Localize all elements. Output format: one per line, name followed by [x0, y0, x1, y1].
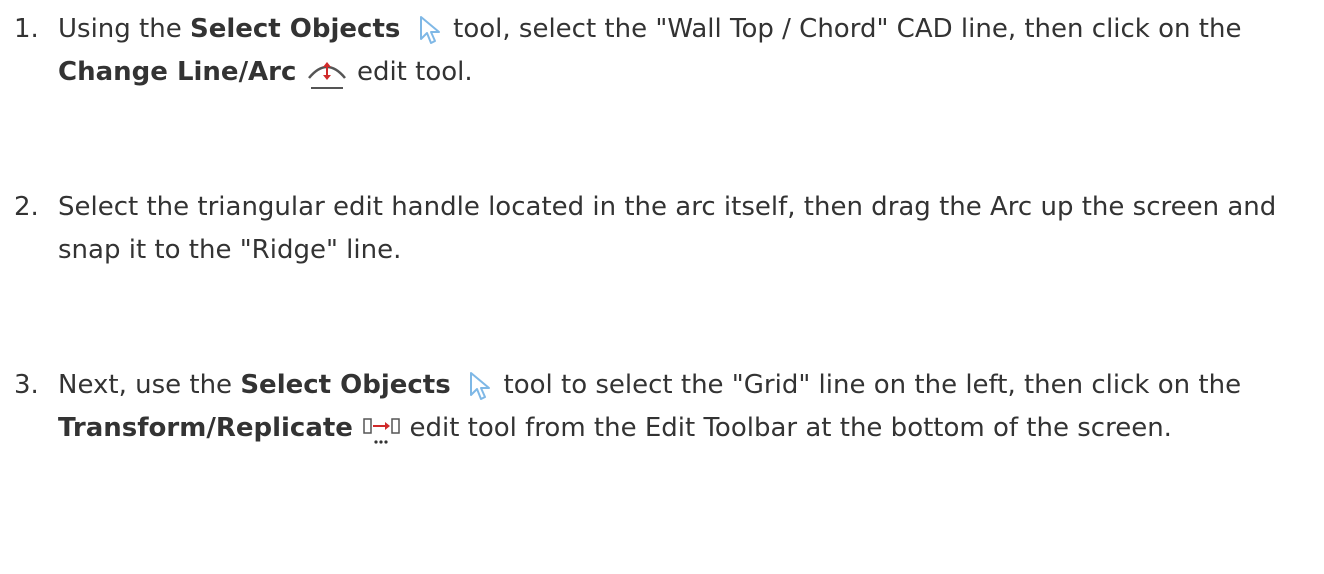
instruction-steps: 1. Using the Select Objects tool, select… — [0, 0, 1324, 574]
step-text: Select the triangular edit handle locate… — [58, 192, 1277, 265]
tool-name-select-objects: Select Objects — [240, 370, 451, 400]
step-text-part: tool, select the "Wall Top / Chord" CAD … — [444, 14, 1242, 44]
step-text-part: edit tool from the Edit Toolbar at the b… — [401, 413, 1172, 443]
step-number: 2. — [14, 192, 39, 222]
step-text-part: edit tool. — [348, 57, 473, 87]
select-objects-arrow-icon — [467, 371, 495, 401]
transform-replicate-icon — [361, 411, 401, 447]
step-text-part: tool to select the "Grid" line on the le… — [495, 370, 1242, 400]
step-text-part: Next, use the — [58, 370, 241, 400]
select-objects-arrow-icon — [417, 15, 445, 45]
change-line-arc-icon — [305, 54, 349, 92]
tool-name-change-line-arc: Change Line/Arc — [58, 57, 297, 87]
tool-name-select-objects: Select Objects — [189, 14, 401, 44]
step-text: Next, use the Select Objects tool to sel… — [58, 364, 1320, 450]
step-text: Using the Select Objects tool, select th… — [58, 8, 1320, 94]
step-number: 1. — [14, 14, 39, 44]
step-number: 3. — [14, 370, 39, 400]
step-text-part: Using the — [58, 14, 190, 44]
tool-name-transform-replicate: Transform/Replicate — [58, 413, 353, 443]
